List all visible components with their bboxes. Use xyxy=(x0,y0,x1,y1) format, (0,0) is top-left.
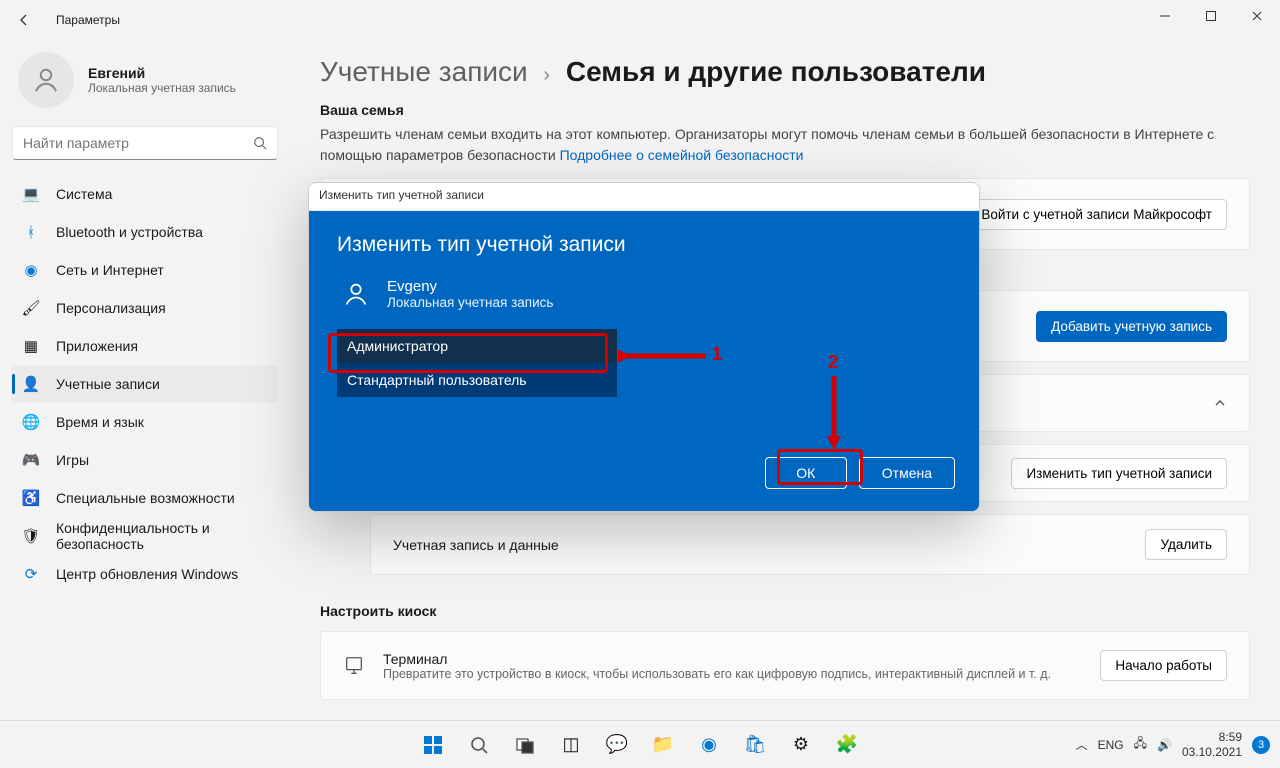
avatar xyxy=(18,52,74,108)
breadcrumb-current: Семья и другие пользователи xyxy=(566,56,986,87)
task-view-icon[interactable] xyxy=(505,725,545,765)
kiosk-desc: Превратите это устройство в киоск, чтобы… xyxy=(383,667,1051,681)
signin-ms-button[interactable]: Войти с учетной записи Майкрософт xyxy=(966,199,1227,230)
store-icon[interactable]: 🛍 xyxy=(735,725,775,765)
network-icon[interactable]: 🖧 xyxy=(1134,734,1147,755)
update-icon: ⟳ xyxy=(22,565,40,583)
accessibility-icon: ♿ xyxy=(22,489,40,507)
apps-icon: ▦ xyxy=(22,337,40,355)
change-account-type-button[interactable]: Изменить тип учетной записи xyxy=(1011,458,1227,489)
gamepad-icon: 🎮 xyxy=(22,451,40,469)
chevron-right-icon: › xyxy=(543,64,550,86)
explorer-icon[interactable]: 📁 xyxy=(643,725,683,765)
breadcrumb-parent[interactable]: Учетные записи xyxy=(320,56,528,87)
kiosk-card: Терминал Превратите это устройство в кио… xyxy=(320,631,1250,700)
system-icon: 💻 xyxy=(22,185,40,203)
edge-icon[interactable]: ◉ xyxy=(689,725,729,765)
family-description: Разрешить членам семьи входить на этот к… xyxy=(320,124,1250,166)
nav-time-language[interactable]: 🌐Время и язык xyxy=(12,404,278,440)
system-tray[interactable]: ︿ ENG 🖧 🔊 8:59 03.10.2021 3 xyxy=(1076,730,1270,759)
person-icon: 👤 xyxy=(22,375,40,393)
notification-badge[interactable]: 3 xyxy=(1252,736,1270,754)
tray-chevron-icon[interactable]: ︿ xyxy=(1076,736,1088,753)
family-heading: Ваша семья xyxy=(320,102,1250,118)
brush-icon: 🖌 xyxy=(22,299,40,317)
dialog-user-sub: Локальная учетная запись xyxy=(387,295,553,310)
bluetooth-icon: ᚼ xyxy=(22,223,40,241)
start-button[interactable] xyxy=(413,725,453,765)
kiosk-heading: Настроить киоск xyxy=(320,603,1250,619)
app-icon[interactable]: 🧩 xyxy=(827,725,867,765)
shield-icon: 🛡 xyxy=(22,527,40,545)
wifi-icon: ◉ xyxy=(22,261,40,279)
minimize-button[interactable] xyxy=(1142,0,1188,32)
breadcrumb: Учетные записи › Семья и другие пользова… xyxy=(320,56,1250,88)
add-account-button[interactable]: Добавить учетную запись xyxy=(1036,311,1227,342)
nav-accounts[interactable]: 👤Учетные записи xyxy=(12,366,278,402)
tray-date[interactable]: 03.10.2021 xyxy=(1182,745,1242,759)
settings-taskbar-icon[interactable]: ⚙ xyxy=(781,725,821,765)
titlebar: Параметры xyxy=(0,0,1280,40)
user-subtitle: Локальная учетная запись xyxy=(88,81,236,95)
tray-time[interactable]: 8:59 xyxy=(1182,730,1242,744)
delete-account-button[interactable]: Удалить xyxy=(1145,529,1227,560)
window-title: Параметры xyxy=(56,13,120,27)
nav-network[interactable]: ◉Сеть и Интернет xyxy=(12,252,278,288)
dialog-avatar xyxy=(337,275,375,313)
annotation-label-1: 1 xyxy=(712,344,722,365)
annotation-box-2 xyxy=(777,449,863,485)
family-safety-link[interactable]: Подробнее о семейной безопасности xyxy=(560,147,804,163)
nav-list: 💻Система ᚼBluetooth и устройства ◉Сеть и… xyxy=(12,176,278,592)
nav-bluetooth[interactable]: ᚼBluetooth и устройства xyxy=(12,214,278,250)
chevron-up-icon xyxy=(1213,396,1227,410)
maximize-button[interactable] xyxy=(1188,0,1234,32)
search-icon xyxy=(253,136,267,150)
account-data-row: Учетная запись и данные Удалить xyxy=(370,514,1250,575)
dialog-cancel-button[interactable]: Отмена xyxy=(859,457,955,489)
volume-icon[interactable]: 🔊 xyxy=(1157,738,1172,752)
annotation-label-2: 2 xyxy=(828,352,838,373)
sidebar: Евгений Локальная учетная запись 💻Систем… xyxy=(0,40,290,720)
taskbar-search-icon[interactable] xyxy=(459,725,499,765)
globe-icon: 🌐 xyxy=(22,413,40,431)
nav-windows-update[interactable]: ⟳Центр обновления Windows xyxy=(12,556,278,592)
user-name: Евгений xyxy=(88,65,236,81)
kiosk-title: Терминал xyxy=(383,651,1051,667)
nav-system[interactable]: 💻Система xyxy=(12,176,278,212)
widgets-icon[interactable]: ◫ xyxy=(551,725,591,765)
kiosk-start-button[interactable]: Начало работы xyxy=(1100,650,1227,681)
nav-apps[interactable]: ▦Приложения xyxy=(12,328,278,364)
dialog-title: Изменить тип учетной записи xyxy=(337,233,951,257)
current-user[interactable]: Евгений Локальная учетная запись xyxy=(12,40,278,126)
nav-accessibility[interactable]: ♿Специальные возможности xyxy=(12,480,278,516)
search-box[interactable] xyxy=(12,126,278,160)
taskbar: ◫ 💬 📁 ◉ 🛍 ⚙ 🧩 ︿ ENG 🖧 🔊 8:59 03.10.2021 … xyxy=(0,720,1280,768)
chat-icon[interactable]: 💬 xyxy=(597,725,637,765)
back-button[interactable] xyxy=(8,4,40,36)
nav-personalization[interactable]: 🖌Персонализация xyxy=(12,290,278,326)
account-data-label: Учетная запись и данные xyxy=(393,537,559,553)
close-button[interactable] xyxy=(1234,0,1280,32)
language-indicator[interactable]: ENG xyxy=(1098,738,1124,752)
nav-privacy[interactable]: 🛡Конфиденциальность и безопасность xyxy=(12,518,278,554)
kiosk-icon xyxy=(343,655,365,677)
search-input[interactable] xyxy=(23,135,253,151)
window-controls xyxy=(1142,0,1280,32)
dialog-user-row: Evgeny Локальная учетная запись xyxy=(337,275,951,313)
nav-gaming[interactable]: 🎮Игры xyxy=(12,442,278,478)
annotation-box-1 xyxy=(328,333,608,373)
dialog-window-title: Изменить тип учетной записи xyxy=(309,183,979,211)
dialog-user-name: Evgeny xyxy=(387,278,553,295)
